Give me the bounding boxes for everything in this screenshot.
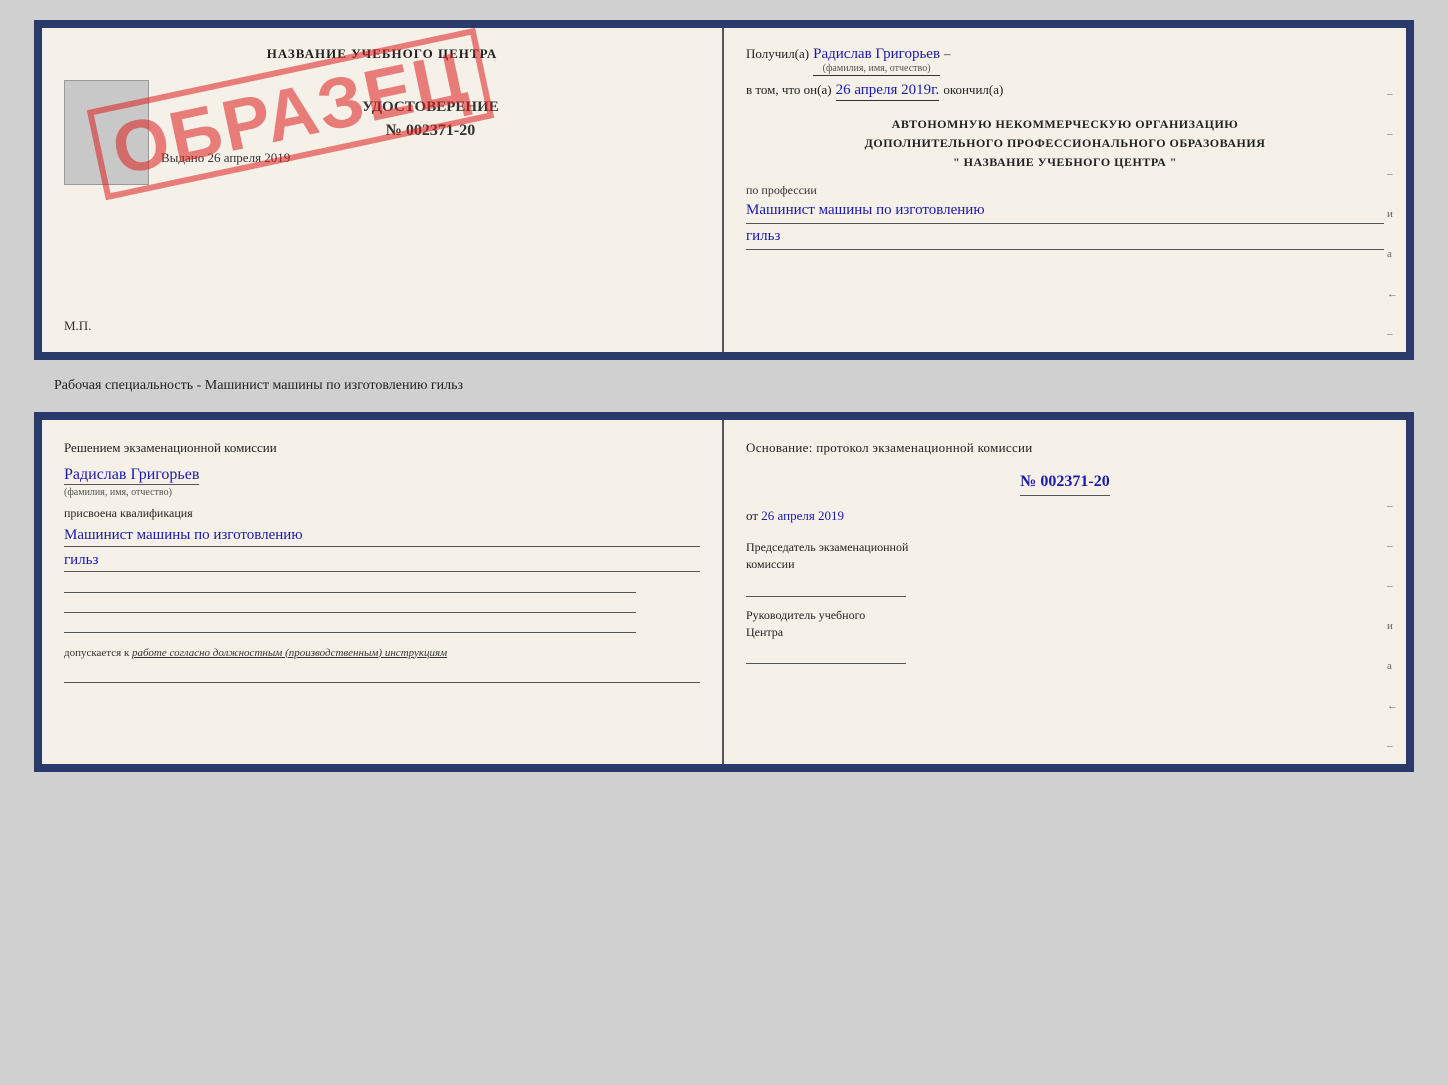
cert-box: УДОСТОВЕРЕНИЕ № 002371-20 Выдано 26 апре…	[64, 80, 700, 185]
dash1: –	[944, 46, 951, 62]
head-sig-line	[746, 644, 906, 664]
from-label: от	[746, 508, 758, 523]
org-line2: ДОПОЛНИТЕЛЬНОГО ПРОФЕССИОНАЛЬНОГО ОБРАЗО…	[746, 134, 1384, 153]
chairman-block: Председатель экзаменационной комиссии	[746, 539, 1384, 597]
cert-number: № 002371-20	[161, 122, 700, 140]
qual-value2: гильз	[64, 550, 700, 572]
blank-line2	[64, 595, 636, 613]
cert-photo-placeholder	[64, 80, 149, 185]
bottom-doc-left: Решением экзаменационной комиссии Радисл…	[42, 420, 724, 764]
bottom-document: Решением экзаменационной комиссии Радисл…	[34, 412, 1414, 772]
bottom-right-content: Основание: протокол экзаменационной коми…	[746, 438, 1384, 674]
chairman-label1: Председатель экзаменационной	[746, 539, 1384, 556]
received-line: Получил(а) Радислав Григорьев (фамилия, …	[746, 46, 1384, 76]
org-block: АВТОНОМНУЮ НЕКОММЕРЧЕСКУЮ ОРГАНИЗАЦИЮ ДО…	[746, 115, 1384, 173]
finish-date: 26 апреля 2019г.	[836, 82, 940, 101]
issued-label: Выдано	[161, 150, 204, 165]
bottom-name-sub: (фамилия, имя, отчество)	[64, 487, 700, 498]
cert-title: УДОСТОВЕРЕНИЕ	[161, 99, 700, 116]
bottom-left-content: Решением экзаменационной комиссии Радисл…	[64, 438, 700, 683]
chairman-sig-line	[746, 577, 906, 597]
chairman-label2: комиссии	[746, 556, 1384, 573]
blank-line3	[64, 615, 636, 633]
mp-line: М.П.	[64, 318, 700, 334]
qual-value1: Машинист машины по изготовлению	[64, 525, 700, 547]
specialty-caption: Рабочая специальность - Машинист машины …	[54, 378, 463, 394]
received-name: Радислав Григорьев (фамилия, имя, отчест…	[813, 46, 940, 76]
top-doc-right: Получил(а) Радислав Григорьев (фамилия, …	[724, 28, 1406, 352]
top-center-name: НАЗВАНИЕ УЧЕБНОГО ЦЕНТРА	[64, 46, 700, 62]
profession-label: по профессии	[746, 183, 1384, 198]
from-date-val: 26 апреля 2019	[761, 508, 844, 523]
cert-info: УДОСТОВЕРЕНИЕ № 002371-20 Выдано 26 апре…	[161, 80, 700, 185]
issued-date: 26 апреля 2019	[208, 150, 291, 165]
proto-num-wrap: № 002371-20	[746, 469, 1384, 501]
received-label: Получил(а)	[746, 46, 809, 62]
side-marks-top: – – – и а ← – –	[1387, 88, 1398, 360]
in-that-label: в том, что он(а)	[746, 82, 832, 98]
org-line3: " НАЗВАНИЕ УЧЕБНОГО ЦЕНТРА "	[746, 153, 1384, 172]
bottom-name: Радислав Григорьев	[64, 466, 199, 485]
blank-line1	[64, 575, 636, 593]
osnov-title: Основание: протокол экзаменационной коми…	[746, 438, 1384, 459]
qual-label: присвоена квалификация	[64, 506, 700, 521]
profession-value2: гильз	[746, 226, 1384, 250]
head-label1: Руководитель учебного	[746, 607, 1384, 624]
dopusk-value: работе согласно должностным (производств…	[132, 647, 447, 659]
top-document: НАЗВАНИЕ УЧЕБНОГО ЦЕНТРА УДОСТОВЕРЕНИЕ №…	[34, 20, 1414, 360]
head-block: Руководитель учебного Центра	[746, 607, 1384, 665]
cert-issued: Выдано 26 апреля 2019	[161, 150, 700, 166]
section-title: Решением экзаменационной комиссии	[64, 438, 700, 458]
top-doc-left: НАЗВАНИЕ УЧЕБНОГО ЦЕНТРА УДОСТОВЕРЕНИЕ №…	[42, 28, 724, 352]
from-date-line: от 26 апреля 2019	[746, 506, 1384, 527]
side-marks-bottom: – – – и а ← – –	[1387, 500, 1398, 772]
dopusk-text: допускается к работе согласно должностны…	[64, 645, 700, 662]
dopusk-underline	[64, 665, 700, 683]
finished-label: окончил(а)	[943, 82, 1003, 98]
name-sub: (фамилия, имя, отчество)	[813, 63, 940, 74]
dopusk-label: допускается к	[64, 647, 129, 659]
date-line: в том, что он(а) 26 апреля 2019г. окончи…	[746, 82, 1384, 101]
profession-value1: Машинист машины по изготовлению	[746, 200, 1384, 224]
proto-num: № 002371-20	[1020, 469, 1109, 497]
head-label2: Центра	[746, 624, 1384, 641]
bottom-doc-right: Основание: протокол экзаменационной коми…	[724, 420, 1406, 764]
org-line1: АВТОНОМНУЮ НЕКОММЕРЧЕСКУЮ ОРГАНИЗАЦИЮ	[746, 115, 1384, 134]
